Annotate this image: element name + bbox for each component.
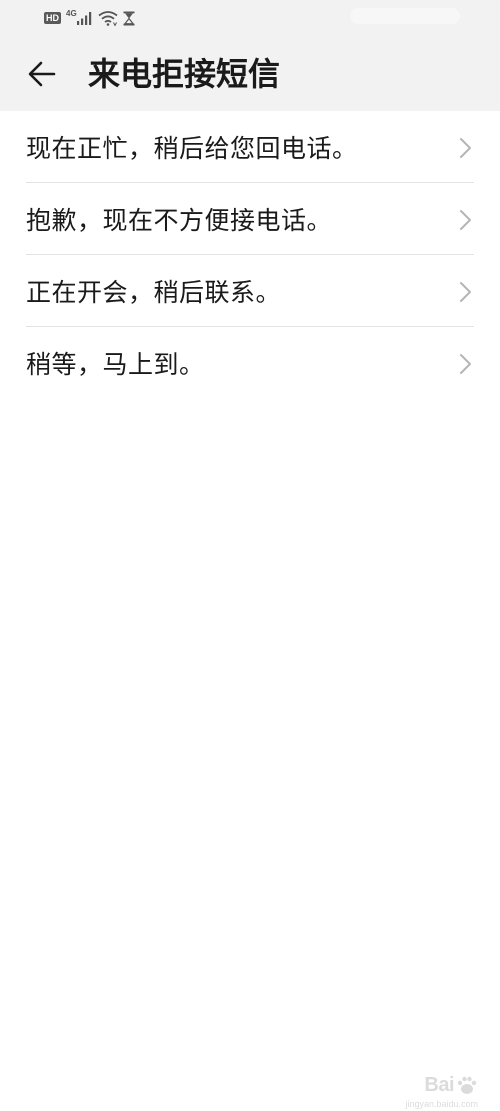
screen: HD 4G 来电拒接短信 现在正忙，稍后给您回电话。 抱歉，现在不方便接电话。 … [0,0,500,1111]
paw-icon [457,1076,477,1094]
cell-signal-icon [76,12,91,25]
list-item[interactable]: 正在开会，稍后联系。 [0,255,500,327]
top-area: HD 4G 来电拒接短信 [0,0,500,111]
watermark-logo-text: Bai [424,1074,454,1096]
list-item[interactable]: 稍等，马上到。 [0,327,500,399]
list-item-label: 稍等，马上到。 [26,350,205,379]
list-item[interactable]: 抱歉，现在不方便接电话。 [0,183,500,255]
page-title: 来电拒接短信 [88,55,281,93]
hd-badge: HD [44,12,61,24]
watermark: Bai jingyan.baidu.com [405,1074,478,1109]
list-item-label: 抱歉，现在不方便接电话。 [26,206,333,235]
chevron-right-icon [460,282,471,302]
app-bar: 来电拒接短信 [0,40,500,110]
chevron-right-icon [460,210,471,230]
list-item-label: 正在开会，稍后联系。 [26,278,282,307]
chevron-right-icon [460,138,471,158]
list-item-label: 现在正忙，稍后给您回电话。 [26,134,358,163]
chevron-right-icon [460,354,471,374]
quick-reply-list: 现在正忙，稍后给您回电话。 抱歉，现在不方便接电话。 正在开会，稍后联系。 稍等… [0,111,500,399]
status-bar: HD 4G [0,0,500,36]
arrow-left-icon [28,61,56,87]
watermark-sub-text: jingyan.baidu.com [405,1099,478,1109]
status-right-area [350,8,460,24]
wifi-icon [98,11,118,26]
list-item[interactable]: 现在正忙，稍后给您回电话。 [0,111,500,183]
hourglass-icon [123,11,135,25]
network-type-label: 4G [66,8,77,18]
back-button[interactable] [20,54,64,94]
status-icons: HD 4G [44,9,135,27]
